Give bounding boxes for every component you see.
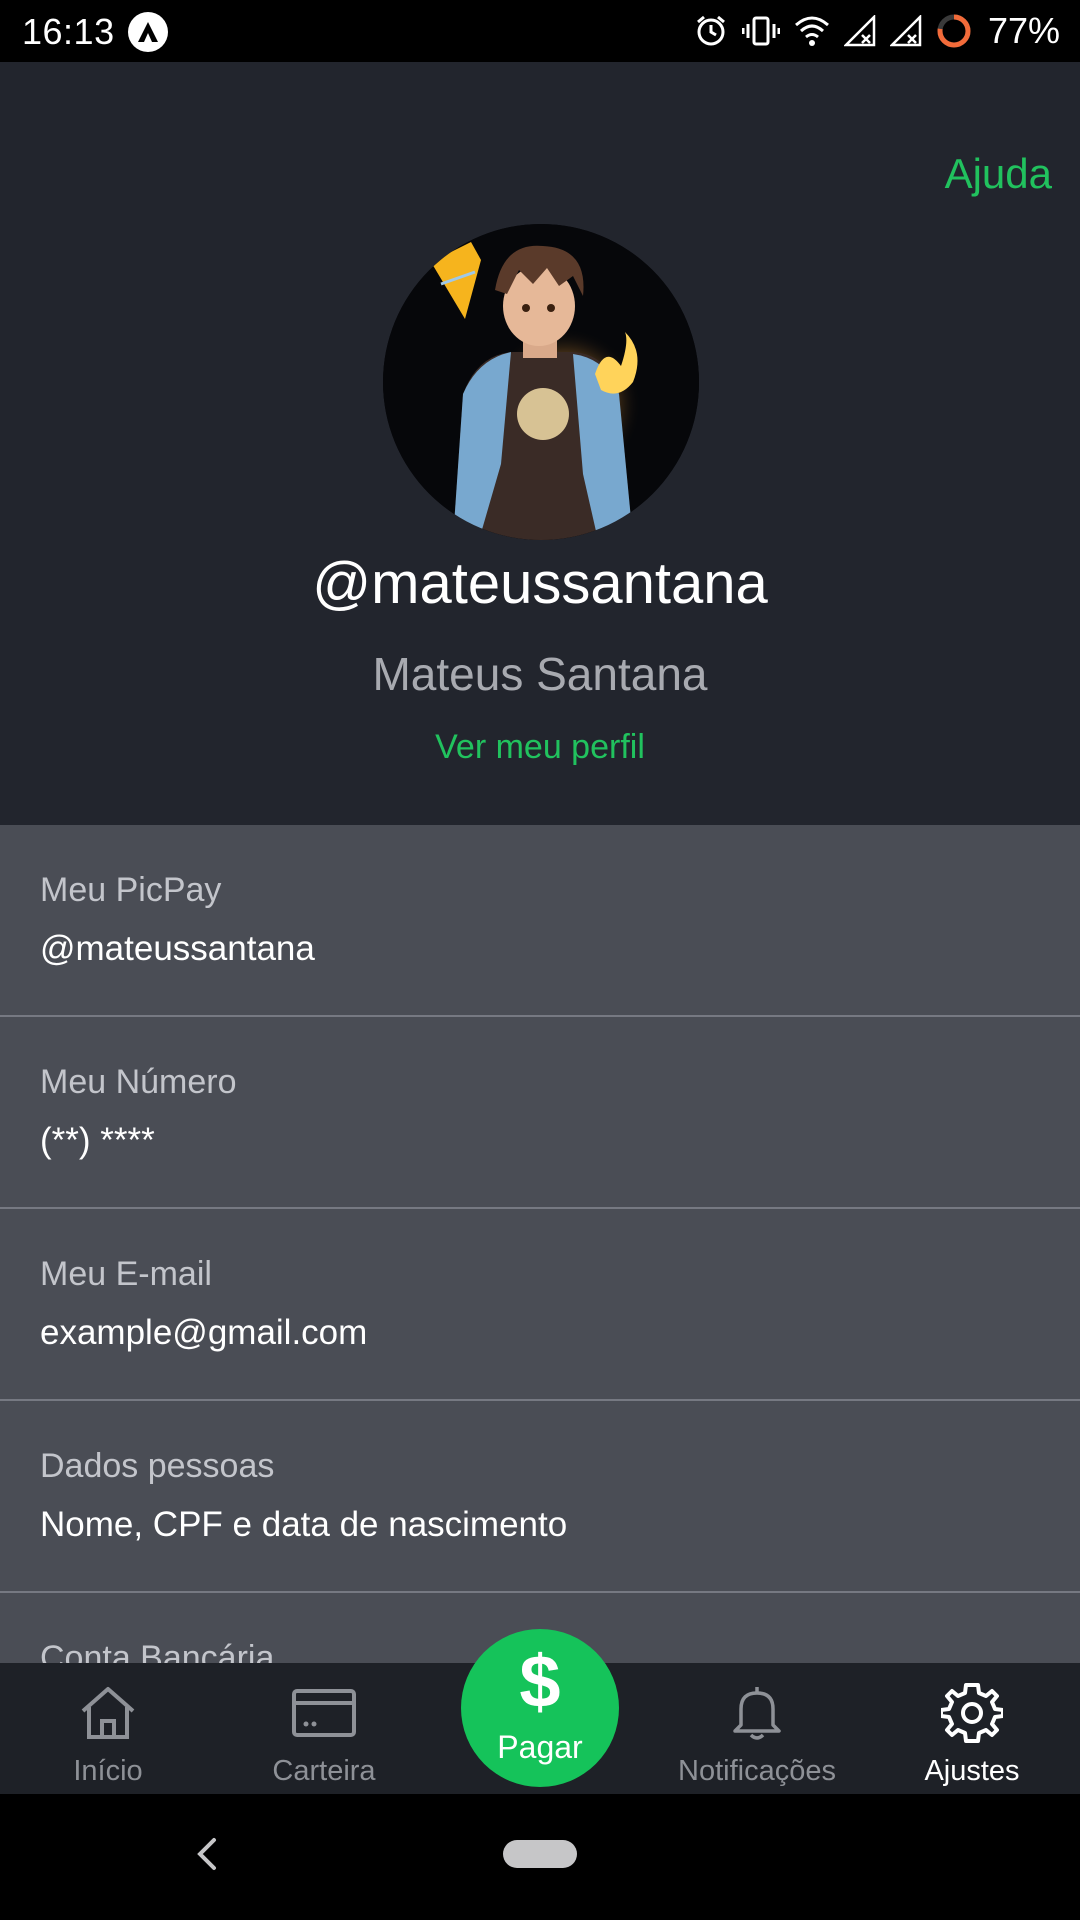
nav-label-settings: Ajustes <box>924 1755 1020 1787</box>
nav-label-wallet: Carteira <box>272 1755 376 1787</box>
back-icon[interactable] <box>190 1834 224 1874</box>
pay-button[interactable]: $ Pagar <box>461 1629 619 1787</box>
pay-label: Pagar <box>497 1729 583 1765</box>
home-icon <box>81 1687 135 1739</box>
bell-icon <box>733 1687 781 1740</box>
status-bar: 16:13 77% <box>0 0 1080 62</box>
settings-item-title: Meu PicPay <box>40 871 222 909</box>
settings-item-value: Nome, CPF e data de nascimento <box>40 1505 568 1544</box>
profile-header: Ajuda @mateussantana Mateus Santana Ver … <box>0 62 1080 825</box>
status-icons: 77% <box>694 10 1060 52</box>
signal-icon <box>843 15 876 47</box>
signal-icon <box>889 15 922 47</box>
settings-item-value: example@gmail.com <box>40 1313 368 1352</box>
settings-item-personal-data[interactable]: Dados pessoas Nome, CPF e data de nascim… <box>0 1401 1080 1593</box>
gear-icon <box>941 1683 1003 1743</box>
settings-item-value: (**) **** <box>40 1121 155 1160</box>
username: @mateussantana <box>312 551 768 616</box>
vibrate-icon <box>741 16 780 46</box>
home-gesture-pill[interactable] <box>503 1840 577 1868</box>
alarm-icon <box>696 15 725 46</box>
avatar[interactable] <box>383 224 699 540</box>
app-icon <box>128 12 168 52</box>
nav-item-notifications[interactable]: Notificações <box>657 1663 857 1794</box>
system-navigation-bar <box>0 1794 1080 1920</box>
settings-item-title: Dados pessoas <box>40 1447 275 1485</box>
nav-label-home: Início <box>73 1755 143 1787</box>
battery-percentage: 77% <box>987 10 1060 51</box>
nav-label-notifications: Notificações <box>678 1755 836 1787</box>
settings-item-picpay[interactable]: Meu PicPay @mateussantana <box>0 825 1080 1017</box>
nav-item-wallet[interactable]: Carteira <box>224 1663 424 1794</box>
settings-item-phone[interactable]: Meu Número (**) **** <box>0 1017 1080 1209</box>
status-time: 16:13 <box>22 11 115 52</box>
wallet-card-icon <box>292 1689 356 1737</box>
help-link[interactable]: Ajuda <box>945 150 1052 198</box>
settings-item-title: Conta Bancária <box>40 1639 275 1663</box>
settings-item-email[interactable]: Meu E-mail example@gmail.com <box>0 1209 1080 1401</box>
nav-item-home[interactable]: Início <box>8 1663 208 1794</box>
wifi-icon <box>794 16 829 46</box>
settings-item-value: @mateussantana <box>40 929 315 968</box>
dollar-icon: $ <box>519 1640 561 1723</box>
settings-list: Meu PicPay @mateussantana Meu Número (**… <box>0 825 1080 1663</box>
settings-item-title: Meu E-mail <box>40 1255 212 1293</box>
battery-ring-icon <box>937 14 971 48</box>
full-name: Mateus Santana <box>372 648 708 700</box>
nav-item-settings[interactable]: Ajustes <box>872 1663 1072 1794</box>
settings-item-title: Meu Número <box>40 1063 237 1101</box>
view-profile-link[interactable]: Ver meu perfil <box>0 728 1080 767</box>
